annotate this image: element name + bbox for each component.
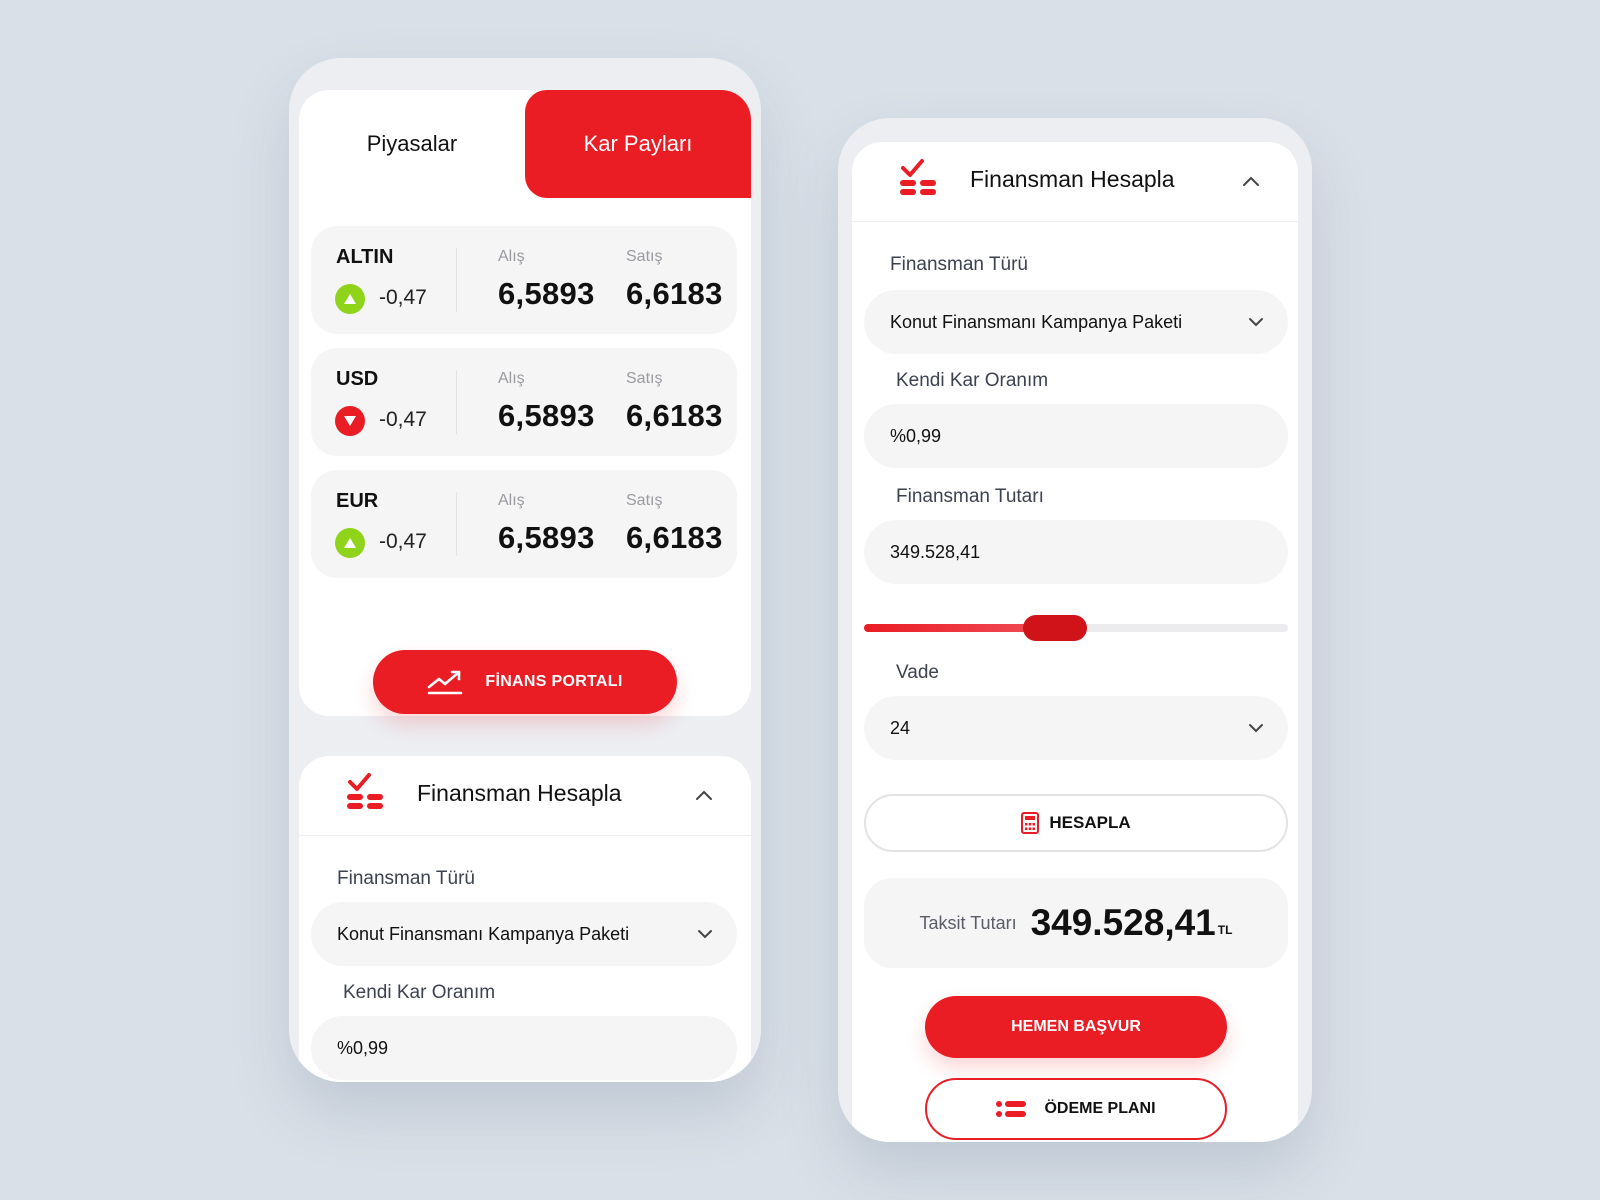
finans-portal-button[interactable]: FİNANS PORTALI bbox=[373, 650, 677, 714]
chevron-down-icon bbox=[1249, 724, 1263, 733]
phone-screen-calculator: Finansman Hesapla Finansman Türü Konut F… bbox=[838, 118, 1312, 1142]
rate-change: -0,47 bbox=[379, 286, 427, 309]
term-label: Vade bbox=[896, 662, 939, 683]
sell-value: 6,6183 bbox=[626, 520, 723, 555]
chevron-up-icon[interactable] bbox=[691, 782, 717, 808]
buy-value: 6,5893 bbox=[498, 398, 595, 433]
phone-screen-markets: Piyasalar Kar Payları ALTIN -0,47 Alış S… bbox=[289, 58, 761, 1082]
sell-value: 6,6183 bbox=[626, 276, 723, 311]
chart-trend-icon bbox=[428, 670, 463, 695]
finance-check-stack-icon bbox=[900, 159, 936, 195]
installment-result: Taksit Tutarı 349.528,41 TL bbox=[864, 878, 1288, 968]
rate-row[interactable]: EUR -0,47 Alış Satış 6,5893 6,6183 bbox=[311, 470, 737, 578]
buy-label: Alış bbox=[498, 248, 525, 265]
chevron-down-icon bbox=[698, 930, 712, 939]
installment-label: Taksit Tutarı bbox=[919, 912, 1017, 933]
rate-change: -0,47 bbox=[379, 530, 427, 553]
rate-name: USD bbox=[336, 368, 379, 390]
finance-type-label: Finansman Türü bbox=[890, 254, 1028, 275]
buy-label: Alış bbox=[498, 370, 525, 387]
chevron-down-icon bbox=[1249, 318, 1263, 327]
chevron-up-icon[interactable] bbox=[1238, 168, 1264, 194]
finance-amount-input[interactable]: 349.528,41 bbox=[864, 520, 1288, 584]
sell-value: 6,6183 bbox=[626, 398, 723, 433]
buy-label: Alış bbox=[498, 492, 525, 509]
rate-name: EUR bbox=[336, 490, 379, 512]
calculator-header: Finansman Hesapla bbox=[852, 142, 1298, 222]
slider-thumb[interactable] bbox=[1022, 615, 1087, 641]
triangle-down-icon bbox=[335, 406, 365, 436]
installment-unit: TL bbox=[1217, 923, 1233, 937]
finance-amount-slider[interactable] bbox=[864, 615, 1288, 641]
calculator-title: Finansman Hesapla bbox=[417, 780, 622, 806]
rate-name: ALTIN bbox=[336, 246, 394, 268]
tab-piyasalar[interactable]: Piyasalar bbox=[299, 90, 525, 198]
finance-type-select[interactable]: Konut Finansmanı Kampanya Paketi bbox=[864, 290, 1288, 354]
finance-type-value: Konut Finansmanı Kampanya Paketi bbox=[337, 923, 630, 944]
profit-rate-label: Kendi Kar Oranım bbox=[896, 370, 1049, 391]
profit-rate-input[interactable]: %0,99 bbox=[864, 404, 1288, 468]
tab-kar-paylari[interactable]: Kar Payları bbox=[525, 90, 751, 198]
finance-calculator-card: Finansman Hesapla Finansman Türü Konut F… bbox=[852, 142, 1298, 1142]
divider bbox=[456, 248, 457, 312]
finance-type-select[interactable]: Konut Finansmanı Kampanya Paketi bbox=[311, 902, 737, 966]
sell-label: Satış bbox=[626, 248, 663, 265]
triangle-up-icon bbox=[335, 284, 365, 314]
finance-calculator-card: Finansman Hesapla Finansman Türü Konut F… bbox=[299, 756, 751, 1082]
list-icon bbox=[996, 1101, 1027, 1117]
finance-check-stack-icon bbox=[347, 773, 383, 809]
profit-rate-input[interactable]: %0,99 bbox=[311, 1016, 737, 1080]
apply-now-button[interactable]: HEMEN BAŞVUR bbox=[925, 996, 1227, 1058]
apply-now-label: HEMEN BAŞVUR bbox=[1011, 1018, 1141, 1035]
profit-rate-value: %0,99 bbox=[890, 425, 942, 446]
buy-value: 6,5893 bbox=[498, 276, 595, 311]
term-value: 24 bbox=[890, 717, 911, 738]
rate-change: -0,47 bbox=[379, 408, 427, 431]
market-tabs: Piyasalar Kar Payları bbox=[299, 90, 751, 198]
payment-plan-label: ÖDEME PLANI bbox=[1044, 1100, 1156, 1117]
calculate-label: HESAPLA bbox=[1049, 813, 1131, 832]
finance-amount-value: 349.528,41 bbox=[890, 541, 981, 562]
term-select[interactable]: 24 bbox=[864, 696, 1288, 760]
markets-card: Piyasalar Kar Payları ALTIN -0,47 Alış S… bbox=[299, 90, 751, 716]
finans-portal-label: FİNANS PORTALI bbox=[485, 673, 623, 690]
calculator-icon bbox=[1021, 812, 1040, 834]
finance-type-label: Finansman Türü bbox=[337, 868, 475, 889]
calculator-title: Finansman Hesapla bbox=[970, 166, 1175, 192]
divider bbox=[456, 370, 457, 434]
triangle-up-icon bbox=[335, 528, 365, 558]
sell-label: Satış bbox=[626, 370, 663, 387]
installment-value: 349.528,41 bbox=[1030, 902, 1216, 943]
divider bbox=[456, 492, 457, 556]
finance-amount-label: Finansman Tutarı bbox=[896, 486, 1044, 507]
buy-value: 6,5893 bbox=[498, 520, 595, 555]
rate-row[interactable]: ALTIN -0,47 Alış Satış 6,5893 6,6183 bbox=[311, 226, 737, 334]
profit-rate-value: %0,99 bbox=[337, 1037, 389, 1058]
sell-label: Satış bbox=[626, 492, 663, 509]
calculate-button[interactable]: HESAPLA bbox=[864, 794, 1288, 852]
profit-rate-label: Kendi Kar Oranım bbox=[343, 982, 496, 1003]
payment-plan-button[interactable]: ÖDEME PLANI bbox=[925, 1078, 1227, 1140]
finance-type-value: Konut Finansmanı Kampanya Paketi bbox=[890, 311, 1183, 332]
calculator-header: Finansman Hesapla bbox=[299, 756, 751, 836]
rate-row[interactable]: USD -0,47 Alış Satış 6,5893 6,6183 bbox=[311, 348, 737, 456]
